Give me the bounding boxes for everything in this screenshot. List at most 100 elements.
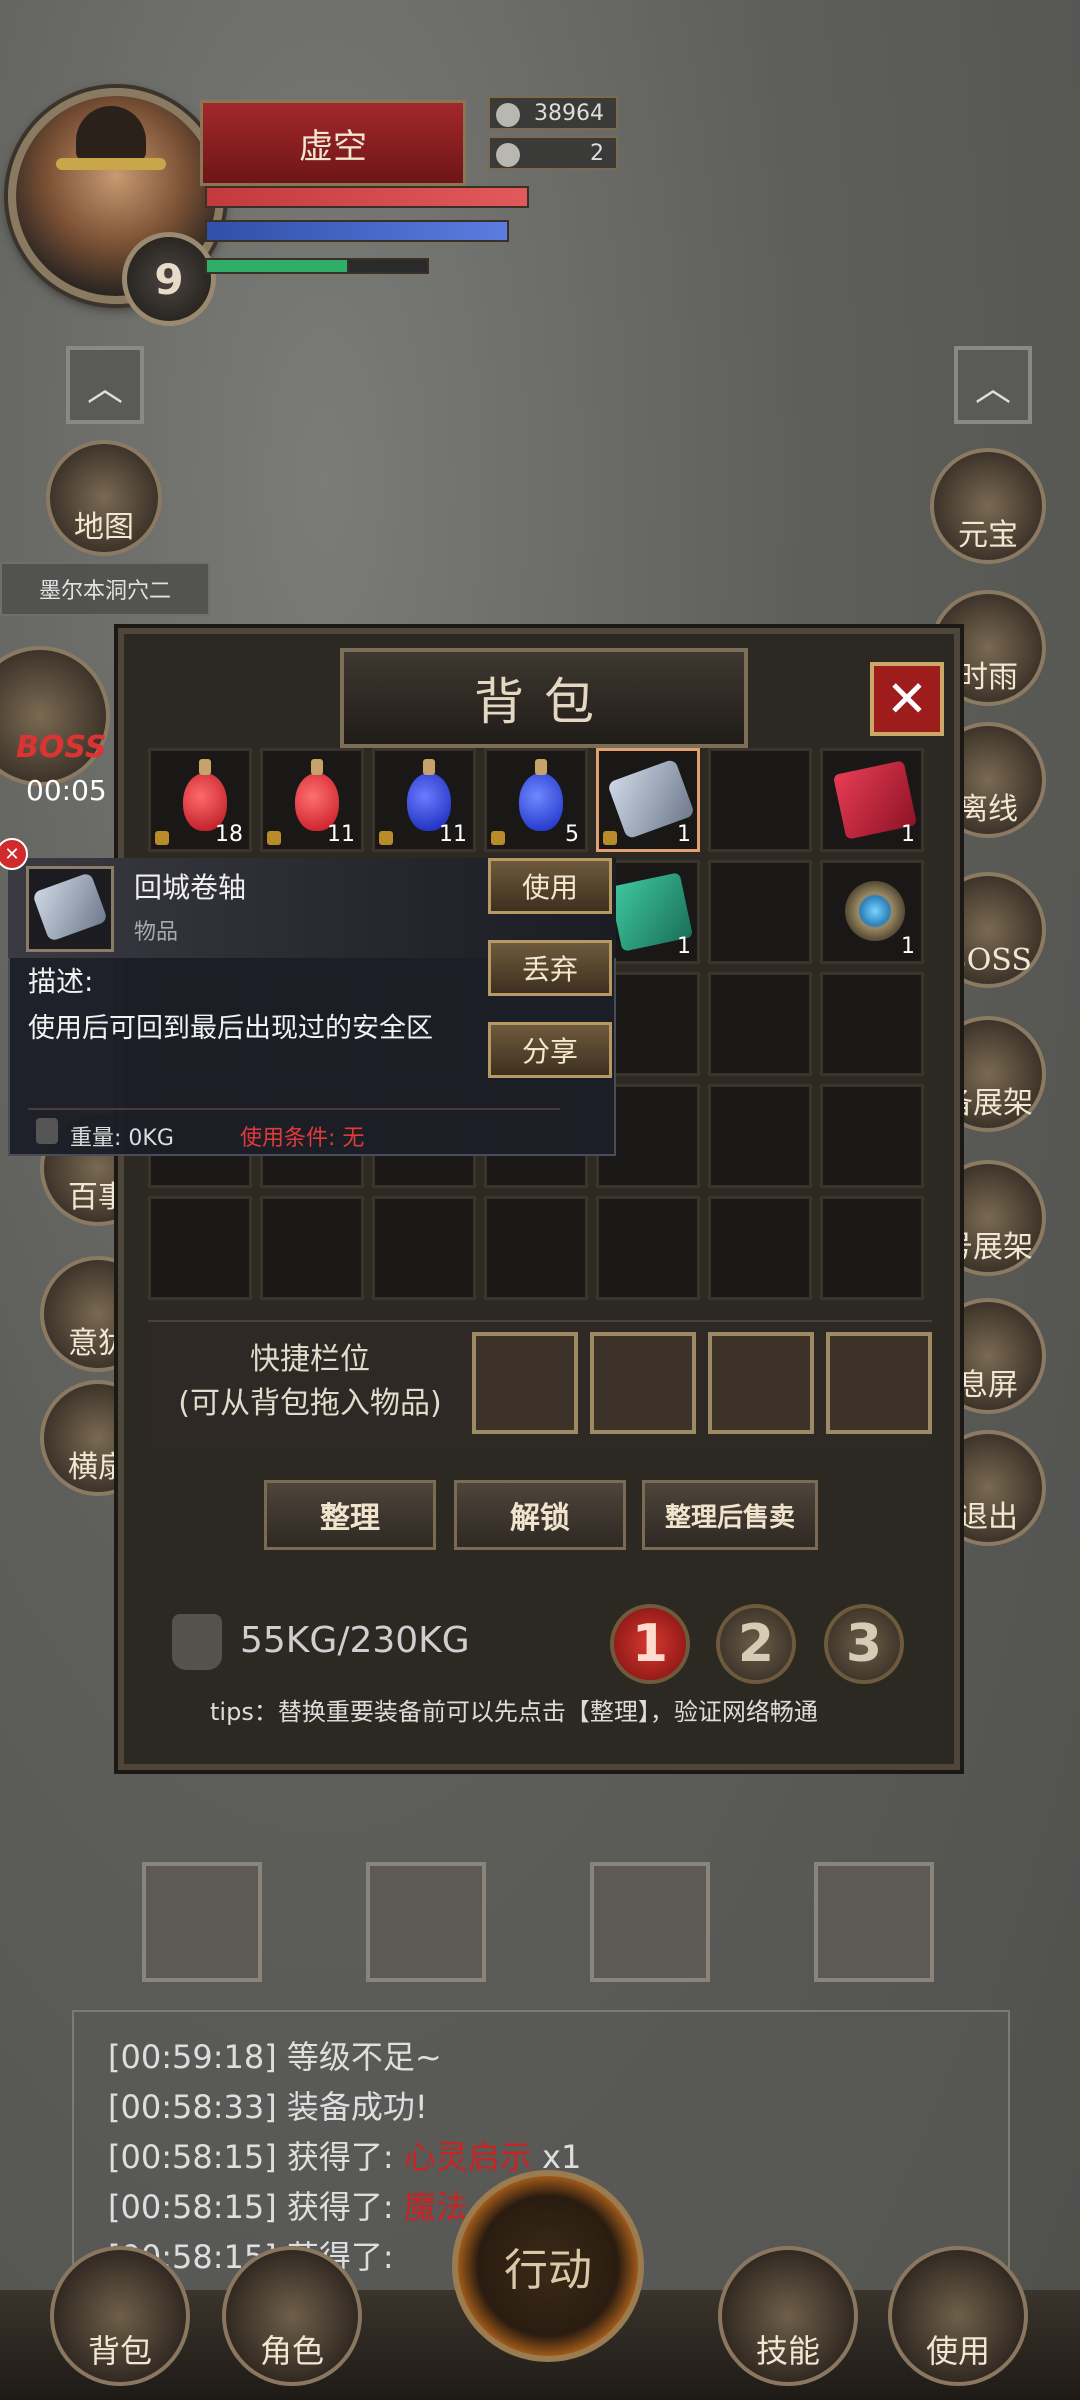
page-button-3[interactable]: 3 xyxy=(824,1604,904,1684)
inventory-slot-selected[interactable]: 1 xyxy=(596,748,700,852)
inventory-slot[interactable]: 1 xyxy=(820,860,924,964)
scroll-icon xyxy=(31,871,109,943)
inventory-slot[interactable] xyxy=(708,1084,812,1188)
sort-button[interactable]: 整理 xyxy=(264,1480,436,1550)
item-count: 11 xyxy=(439,822,467,847)
ring-icon xyxy=(845,881,905,941)
lock-icon xyxy=(491,831,505,845)
boss-label: BOSS xyxy=(16,730,107,765)
inventory-slot[interactable] xyxy=(708,1196,812,1300)
inventory-slot[interactable] xyxy=(260,1196,364,1300)
inventory-slot[interactable] xyxy=(708,748,812,852)
page-button-1[interactable]: 1 xyxy=(610,1604,690,1684)
nav-label: 背包 xyxy=(87,2332,152,2370)
discard-button[interactable]: 丢弃 xyxy=(488,940,612,996)
nav-role-button[interactable]: 角色 xyxy=(222,2246,362,2386)
player-level-badge: 9 xyxy=(122,232,216,326)
page-button-2[interactable]: 2 xyxy=(716,1604,796,1684)
gold-display: 38964 xyxy=(488,96,618,130)
lock-icon xyxy=(603,831,617,845)
weight-value: 55KG/230KG xyxy=(240,1620,470,1661)
quickbar-slot[interactable] xyxy=(472,1332,578,1434)
gold-value: 38964 xyxy=(534,100,604,126)
collapse-left-button[interactable]: ︿ xyxy=(66,346,144,424)
hud-skill-slot[interactable] xyxy=(814,1862,934,1982)
map-label: 地图 xyxy=(74,510,134,545)
nav-use-button[interactable]: 使用 xyxy=(888,2246,1028,2386)
inventory-slot[interactable]: 1 xyxy=(820,748,924,852)
quickbar-hint: (可从背包拖入物品) xyxy=(178,1386,442,1421)
side-button-label: 元宝 xyxy=(958,518,1018,553)
unlock-button[interactable]: 解锁 xyxy=(454,1480,626,1550)
inventory-slot[interactable] xyxy=(708,860,812,964)
tooltip-item-icon xyxy=(26,866,114,952)
side-button-label: 退出 xyxy=(958,1500,1018,1535)
inventory-slot[interactable] xyxy=(820,972,924,1076)
share-button[interactable]: 分享 xyxy=(488,1022,612,1078)
chat-line: [00:58:33] 装备成功! xyxy=(108,2088,428,2126)
hud-skill-slot[interactable] xyxy=(590,1862,710,1982)
hud-skill-slot[interactable] xyxy=(142,1862,262,1982)
xp-bar xyxy=(205,258,349,274)
inventory-slot[interactable] xyxy=(148,1196,252,1300)
inventory-slot[interactable]: 5 xyxy=(484,748,588,852)
chat-line: [00:58:15] 获得了: 心灵启示 x1 xyxy=(108,2138,582,2176)
nav-label: 技能 xyxy=(755,2332,820,2370)
inventory-slot[interactable]: 11 xyxy=(372,748,476,852)
inventory-slot[interactable]: 11 xyxy=(260,748,364,852)
close-icon: ✕ xyxy=(886,670,928,728)
close-button[interactable]: ✕ xyxy=(870,662,944,736)
inventory-slot[interactable] xyxy=(820,1084,924,1188)
quickbar-slot[interactable] xyxy=(590,1332,696,1434)
nav-skill-button[interactable]: 技能 xyxy=(718,2246,858,2386)
nav-label: 使用 xyxy=(925,2332,990,2370)
item-count: 5 xyxy=(565,822,579,847)
coin-icon xyxy=(496,103,520,127)
tooltip-condition: 使用条件: 无 xyxy=(240,1126,365,1151)
inventory-slot[interactable] xyxy=(820,1196,924,1300)
chat-line: [00:58:15] 获得了: 魔法 xyxy=(108,2188,468,2226)
ingot-display: 2 xyxy=(488,136,618,170)
blue-potion-icon xyxy=(519,759,563,831)
inventory-slot[interactable] xyxy=(372,1196,476,1300)
inventory-slot[interactable]: 18 xyxy=(148,748,252,852)
boss-timer: 00:05 xyxy=(26,774,107,807)
action-button[interactable]: 行动 xyxy=(452,2170,644,2362)
item-count: 1 xyxy=(677,934,691,959)
boss-button[interactable] xyxy=(0,646,110,786)
use-button[interactable]: 使用 xyxy=(488,858,612,914)
side-button-label: 离线 xyxy=(958,792,1018,827)
item-count: 1 xyxy=(901,934,915,959)
chat-line: [00:59:18] 等级不足~ xyxy=(108,2038,442,2076)
nav-bag-button[interactable]: 背包 xyxy=(50,2246,190,2386)
backpack-title: 背包 xyxy=(340,648,748,748)
quickbar-label: 快捷栏位 (可从背包拖入物品) xyxy=(160,1338,460,1426)
hp-bar xyxy=(205,186,529,208)
side-button-yuanbao[interactable]: 元宝 xyxy=(930,448,1046,564)
item-count: 1 xyxy=(677,822,691,847)
tooltip-divider xyxy=(28,1108,560,1110)
inventory-slot[interactable] xyxy=(708,972,812,1076)
quickbar-slot[interactable] xyxy=(708,1332,814,1434)
map-button[interactable]: 地图 xyxy=(46,440,162,556)
sort-sell-button[interactable]: 整理后售卖 xyxy=(642,1480,818,1550)
side-button-label: 时雨 xyxy=(958,660,1018,695)
close-icon: ✕ xyxy=(4,843,20,865)
weight-icon xyxy=(36,1118,58,1144)
tips-text: tips：替换重要装备前可以先点击【整理】，验证网络畅通 xyxy=(210,1698,818,1726)
nav-label: 角色 xyxy=(259,2332,324,2370)
ingot-value: 2 xyxy=(590,140,604,166)
item-count: 1 xyxy=(901,822,915,847)
ingot-icon xyxy=(496,143,520,167)
inventory-slot[interactable] xyxy=(484,1196,588,1300)
quickbar-slot[interactable] xyxy=(826,1332,932,1434)
item-count: 11 xyxy=(327,822,355,847)
location-label: 墨尔本洞穴二 xyxy=(0,562,210,616)
side-button-label: 息屏 xyxy=(958,1368,1018,1403)
tooltip-item-name: 回城卷轴 xyxy=(134,871,247,904)
tooltip-desc-label: 描述: xyxy=(28,965,94,998)
hud-skill-slot[interactable] xyxy=(366,1862,486,1982)
player-name: 虚空 xyxy=(200,100,466,186)
collapse-right-button[interactable]: ︿ xyxy=(954,346,1032,424)
inventory-slot[interactable] xyxy=(596,1196,700,1300)
